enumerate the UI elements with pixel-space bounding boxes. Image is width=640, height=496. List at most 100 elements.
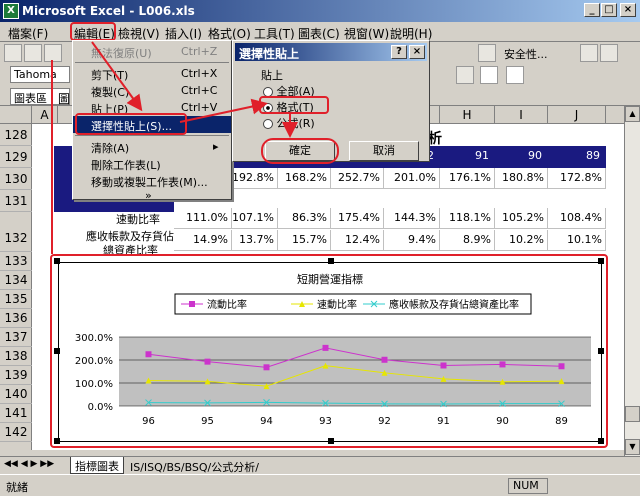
menu-item-copy[interactable]: 複製(C) Ctrl+C <box>73 82 231 99</box>
data-cell[interactable]: 175.4% <box>331 208 384 229</box>
row-header[interactable]: 135 <box>0 290 32 309</box>
save-icon[interactable] <box>44 44 62 62</box>
close-button[interactable]: × <box>620 3 636 17</box>
vertical-scrollbar[interactable]: ▲ ▼ <box>624 106 640 456</box>
data-cell[interactable]: 10.1% <box>548 230 606 251</box>
paste-group-label: 貼上 <box>261 69 283 82</box>
paste-special-dialog: 選擇性貼上 ? × 貼上 全部(A) 格式(T) 公式(R) 確定 取消 <box>232 40 430 164</box>
data-cell[interactable]: 111.0% <box>174 208 232 229</box>
column-header[interactable]: A <box>32 106 58 124</box>
maximize-button[interactable]: □ <box>601 3 617 17</box>
data-cell[interactable]: 8.9% <box>440 230 495 251</box>
dialog-title-bar: 選擇性貼上 ? × <box>235 43 427 61</box>
data-cell[interactable]: 107.1% <box>232 208 278 229</box>
data-cell[interactable]: 144.3% <box>384 208 440 229</box>
dialog-title: 選擇性貼上 <box>239 47 300 61</box>
row-header[interactable]: 138 <box>0 347 32 366</box>
excel-icon[interactable]: X <box>3 3 19 19</box>
dialog-help-button[interactable]: ? <box>391 45 407 59</box>
highlight-ok-button <box>261 138 339 164</box>
title-bar: X Microsoft Excel - L006.xls _ □ × <box>0 0 640 22</box>
column-header[interactable]: J <box>548 106 606 124</box>
scroll-down-icon[interactable]: ▼ <box>625 439 640 455</box>
row-header[interactable]: 141 <box>0 404 32 423</box>
cancel-button[interactable]: 取消 <box>349 141 419 161</box>
data-cell[interactable]: 180.8% <box>495 168 548 189</box>
open-icon[interactable] <box>24 44 42 62</box>
data-cell[interactable]: 168.2% <box>278 168 331 189</box>
security-button[interactable]: 安全性... <box>504 46 548 62</box>
sheet-tabs-bar: ◀◀ ◀ ▶ ▶▶ 指標圖表 IS/ISQ/BS/BSQ/公式分析/ <box>0 456 640 474</box>
row-header[interactable]: 136 <box>0 309 32 328</box>
highlight-edit-menu <box>70 22 116 41</box>
row-header[interactable]: 129 <box>0 146 32 168</box>
status-bar: 就緒 NUM <box>0 474 640 496</box>
help-icon[interactable] <box>478 44 496 62</box>
year-header: 89 <box>548 146 606 166</box>
year-header: 90 <box>495 146 548 166</box>
row-header[interactable]: 142 <box>0 423 32 442</box>
formula-content: 圖 <box>58 92 71 106</box>
menu-item-undo[interactable]: 無法復原(U) Ctrl+Z <box>73 43 231 60</box>
data-cell[interactable]: 12.4% <box>331 230 384 251</box>
row-header[interactable]: 140 <box>0 385 32 404</box>
data-cell[interactable]: 252.7% <box>331 168 384 189</box>
font-color-icon[interactable] <box>506 66 524 84</box>
highlight-chart <box>50 254 608 448</box>
tab-active-sheet[interactable]: 指標圖表 <box>70 457 124 474</box>
column-header[interactable]: H <box>440 106 495 124</box>
row-label-receivables: 應收帳款及存貨佔 <box>86 230 174 243</box>
dialog-close-button[interactable]: × <box>409 45 425 59</box>
num-lock-indicator: NUM <box>508 478 548 494</box>
data-cell[interactable]: 201.0% <box>384 168 440 189</box>
minimize-button[interactable]: _ <box>584 3 600 17</box>
row-header[interactable]: 134 <box>0 271 32 290</box>
data-cell[interactable]: 192.8% <box>232 168 278 189</box>
row-header[interactable]: 137 <box>0 328 32 347</box>
menu-item-delete-sheet[interactable]: 刪除工作表(L) <box>73 155 231 172</box>
data-cell[interactable]: 86.3% <box>278 208 331 229</box>
menu-bar: 檔案(F) 編輯(E) 檢視(V) 插入(I) 格式(O) 工具(T) 圖表(C… <box>0 22 640 42</box>
data-cell[interactable]: 172.8% <box>548 168 606 189</box>
drawing-icon[interactable] <box>600 44 618 62</box>
borders-icon[interactable] <box>456 66 474 84</box>
data-cell[interactable]: 14.9% <box>174 230 232 251</box>
tab-other-sheets[interactable]: IS/ISQ/BS/BSQ/公式分析/ <box>130 459 259 475</box>
data-cell[interactable]: 105.2% <box>495 208 548 229</box>
data-cell[interactable]: 108.4% <box>548 208 606 229</box>
window-title: Microsoft Excel - L006.xls <box>22 4 195 18</box>
scroll-up-icon[interactable]: ▲ <box>625 106 640 122</box>
data-cell[interactable]: 10.2% <box>495 230 548 251</box>
status-ready: 就緒 <box>6 481 28 494</box>
new-icon[interactable] <box>4 44 22 62</box>
scroll-thumb[interactable] <box>625 406 640 422</box>
sheet-title-partial-right: 析 <box>428 131 442 147</box>
row-headers: 128 129 130 131 132 133 134 135 136 137 … <box>0 124 32 450</box>
tools-icon[interactable] <box>580 44 598 62</box>
highlight-formats-option <box>259 96 329 114</box>
data-cell[interactable]: 118.1% <box>440 208 495 229</box>
row-label-quick-ratio: 速動比率 <box>116 213 160 226</box>
row-header[interactable]: 139 <box>0 366 32 385</box>
menu-expand-icon[interactable]: » <box>73 187 231 204</box>
row-header[interactable]: 133 <box>0 252 32 271</box>
menu-item-cut[interactable]: 剪下(T) Ctrl+X <box>73 65 231 82</box>
data-cell[interactable]: 13.7% <box>232 230 278 251</box>
column-header[interactable]: I <box>495 106 548 124</box>
data-cell[interactable]: 9.4% <box>384 230 440 251</box>
font-select[interactable]: Tahoma <box>10 66 70 83</box>
highlight-paste-special <box>75 113 187 135</box>
row-header[interactable]: 131 <box>0 190 32 212</box>
row-header[interactable]: 128 <box>0 124 32 146</box>
row-header[interactable]: 130 <box>0 168 32 190</box>
menu-file[interactable]: 檔案(F) <box>8 25 48 42</box>
radio-formulas[interactable]: 公式(R) <box>263 115 315 131</box>
menu-item-clear[interactable]: 清除(A) ▸ <box>73 138 231 155</box>
select-all-corner[interactable] <box>0 106 32 124</box>
fill-color-icon[interactable] <box>480 66 498 84</box>
data-cell[interactable]: 15.7% <box>278 230 331 251</box>
row-header[interactable]: 132 <box>0 212 32 252</box>
data-cell[interactable]: 176.1% <box>440 168 495 189</box>
year-header: 91 <box>440 146 495 166</box>
tab-nav-icons[interactable]: ◀◀ ◀ ▶ ▶▶ <box>4 459 54 469</box>
